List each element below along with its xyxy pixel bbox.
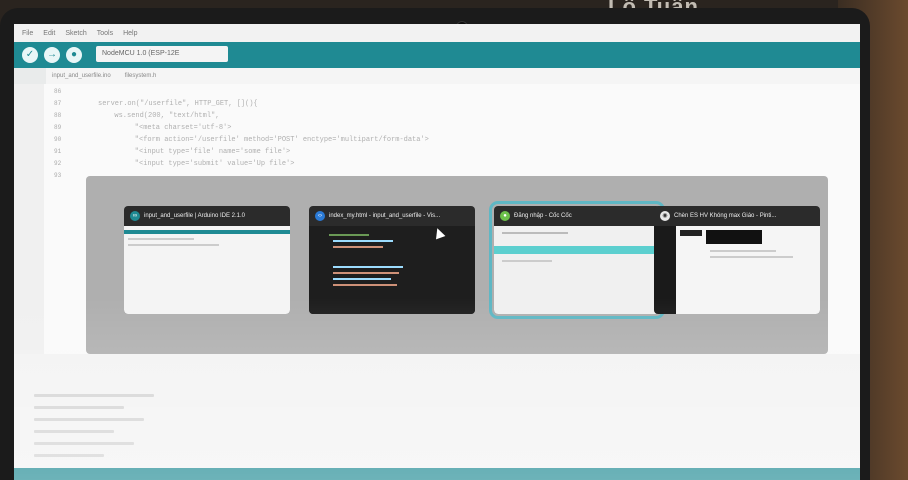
- status-bar: [14, 468, 860, 480]
- code-line: ws.send(200, "text/html",: [106, 112, 220, 120]
- line-number: 86: [54, 88, 62, 95]
- window-title: input_and_userfile | Arduino IDE 2.1.0: [144, 213, 245, 219]
- console-line: [34, 430, 114, 433]
- code-line: "<input type='submit' value='Up file'>: [118, 160, 295, 168]
- output-console: [14, 354, 860, 480]
- ide-toolbar: ✓ → ● NodeMCU 1.0 (ESP-12E: [14, 42, 860, 68]
- line-number: 88: [54, 112, 62, 119]
- console-line: [34, 418, 144, 421]
- editor-tabs: input_and_userfile.ino filesystem.h: [46, 68, 860, 84]
- line-number: 89: [54, 124, 62, 131]
- chrome-icon: ◉: [660, 211, 670, 221]
- line-number: 90: [54, 136, 62, 143]
- window-thumbnail: [494, 226, 660, 314]
- window-title: index_my.html - input_and_userfile - Vis…: [329, 213, 441, 219]
- tab-header[interactable]: filesystem.h: [125, 73, 157, 79]
- board-selector[interactable]: NodeMCU 1.0 (ESP-12E: [96, 46, 228, 62]
- code-line: "<form action='/userfile' method='POST' …: [118, 136, 429, 144]
- line-number: 91: [54, 148, 62, 155]
- line-number: 87: [54, 100, 62, 107]
- ide-menubar: File Edit Sketch Tools Help: [14, 24, 860, 42]
- code-line: server.on("/userfile", HTTP_GET, [](){: [98, 100, 258, 108]
- tab-sketch[interactable]: input_and_userfile.ino: [52, 73, 111, 79]
- line-number: 93: [54, 172, 62, 179]
- code-line: "<meta charset='utf-8'>: [118, 124, 232, 132]
- window-title: Đăng nhập - Cốc Cốc: [514, 213, 572, 219]
- debug-icon[interactable]: ●: [66, 47, 82, 63]
- switcher-window-coccoc[interactable]: ● Đăng nhập - Cốc Cốc: [489, 201, 665, 319]
- code-line: "<input type='file' name='some file'>: [118, 148, 291, 156]
- verify-icon[interactable]: ✓: [22, 47, 38, 63]
- arduino-icon: ∞: [130, 211, 140, 221]
- switcher-window-arduino[interactable]: ∞ input_and_userfile | Arduino IDE 2.1.0: [124, 206, 290, 314]
- console-line: [34, 454, 104, 457]
- console-line: [34, 394, 154, 397]
- upload-icon[interactable]: →: [44, 47, 60, 63]
- console-line: [34, 406, 124, 409]
- line-number: 92: [54, 160, 62, 167]
- window-thumbnail: [124, 226, 290, 314]
- menu-tools[interactable]: Tools: [97, 30, 113, 37]
- ide-sidebar: [14, 84, 44, 354]
- coccoc-icon: ●: [500, 211, 510, 221]
- menu-help[interactable]: Help: [123, 30, 137, 37]
- switcher-window-chrome[interactable]: ◉ Chèn ES HV Khóng max Giáo - Pinti...: [654, 206, 820, 314]
- menu-edit[interactable]: Edit: [43, 30, 55, 37]
- vscode-icon: ‹›: [315, 211, 325, 221]
- window-title: Chèn ES HV Khóng max Giáo - Pinti...: [674, 213, 777, 219]
- task-switcher: ∞ input_and_userfile | Arduino IDE 2.1.0…: [86, 176, 828, 354]
- menu-sketch[interactable]: Sketch: [65, 30, 86, 37]
- switcher-window-vscode[interactable]: ‹› index_my.html - input_and_userfile - …: [309, 206, 475, 314]
- console-line: [34, 442, 134, 445]
- window-thumbnail: [309, 226, 475, 314]
- window-thumbnail: [654, 226, 820, 314]
- menu-file[interactable]: File: [22, 30, 33, 37]
- laptop-screen: File Edit Sketch Tools Help ✓ → ● NodeMC…: [14, 24, 860, 480]
